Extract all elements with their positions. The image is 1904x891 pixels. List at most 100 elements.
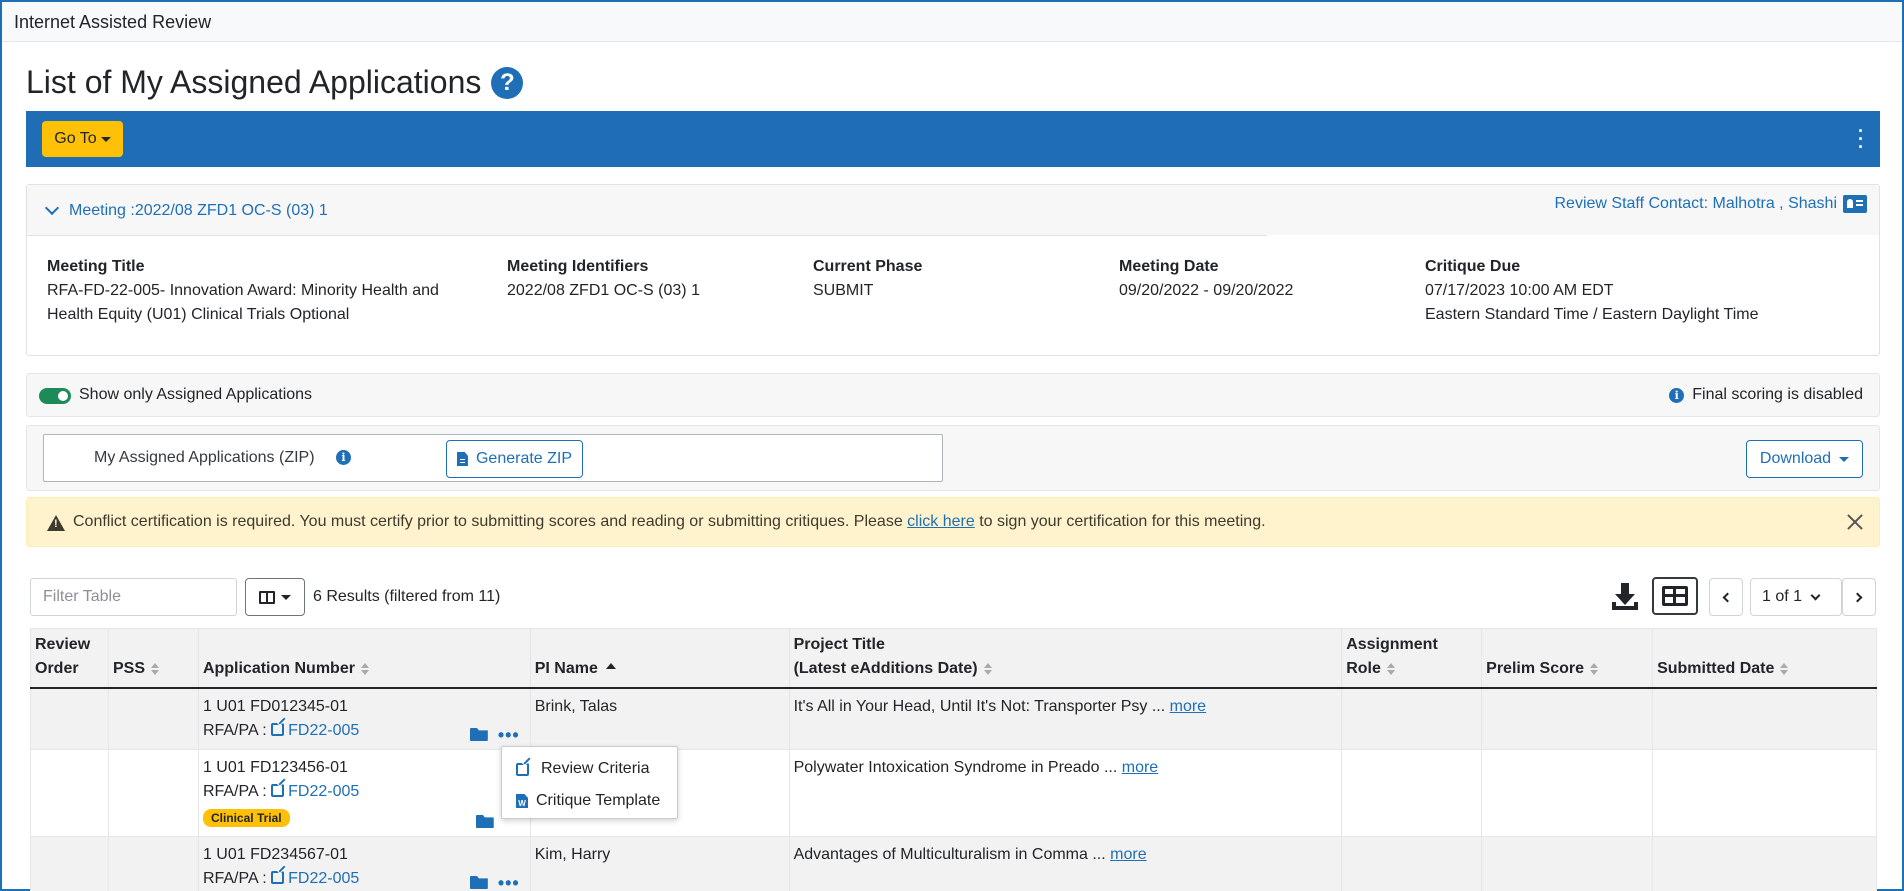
sort-icon — [1780, 662, 1789, 675]
sort-icon — [1589, 662, 1598, 675]
row-actions — [475, 815, 494, 828]
project-title-cell: It's All in Your Head, Until It's Not: T… — [788, 687, 1343, 750]
critique-due-field: Critique Due 07/17/2023 10:00 AM EDT Eas… — [1425, 255, 1758, 327]
certification-link[interactable]: click here — [907, 513, 975, 530]
pss-cell — [107, 836, 199, 891]
caret-down-icon — [100, 136, 111, 142]
chevron-down-icon — [44, 200, 60, 216]
chevron-right-icon — [1852, 592, 1863, 602]
external-link-icon — [271, 784, 285, 797]
final-scoring-text: Final scoring is disabled — [1692, 386, 1863, 403]
page-select-value: 1 of 1 — [1762, 588, 1803, 605]
caret-down-icon — [281, 594, 291, 600]
application-cell: 1 U01 FD012345-01 RFA/PA : FD22-005 ••• — [197, 687, 531, 750]
caret-down-icon — [1839, 456, 1850, 462]
alert-message: Conflict certification is required. You … — [73, 513, 1266, 531]
more-dots-icon[interactable]: ••• — [498, 874, 520, 891]
submitted-date-cell — [1652, 836, 1877, 891]
final-scoring-status: i Final scoring is disabled — [1669, 386, 1863, 404]
pi-name-cell: Brink, Talas — [529, 687, 790, 750]
application-number: 1 U01 FD012345-01 — [202, 698, 348, 715]
page-title: List of My Assigned Applications ? — [26, 64, 524, 101]
zip-info-icon[interactable]: i — [336, 450, 351, 465]
menu-item-label: Critique Template — [536, 792, 661, 809]
staff-contact-label: Review Staff Contact: Malhotra , Shashi — [1554, 195, 1837, 212]
column-chooser-button[interactable] — [245, 578, 305, 616]
meeting-date-field: Meeting Date 09/20/2022 - 09/20/2022 — [1119, 255, 1293, 303]
application-number: 1 U01 FD234567-01 — [202, 846, 348, 863]
meeting-date-label: Meeting Date — [1119, 258, 1219, 275]
meeting-title-value-1: RFA-FD-22-005- Innovation Award: Minorit… — [47, 282, 439, 299]
chevron-left-icon — [1722, 592, 1733, 602]
header-project-title[interactable]: Project Title (Latest eAdditions Date) — [788, 628, 1343, 689]
goto-button[interactable]: Go To — [42, 121, 123, 157]
header-pi-name[interactable]: PI Name — [529, 628, 790, 689]
download-label: Download — [1759, 450, 1832, 467]
project-title-cell: Advantages of Multiculturalism in Comma … — [788, 836, 1343, 891]
more-link[interactable]: more — [1110, 846, 1146, 863]
row-actions: ••• — [469, 726, 520, 744]
show-assigned-label: Show only Assigned Applications — [79, 386, 313, 403]
page-title-text: List of My Assigned Applications — [26, 64, 482, 100]
download-icon[interactable] — [1608, 580, 1642, 614]
application-cell: 1 U01 FD123456-01 RFA/PA : FD22-005 Clin… — [197, 749, 531, 837]
zip-box: My Assigned Applications (ZIP) i Generat… — [43, 434, 943, 482]
more-dots-icon[interactable]: ••• — [498, 726, 520, 744]
menu-item-critique-template[interactable]: W Critique Template — [516, 792, 660, 810]
external-link-icon — [516, 762, 529, 776]
meeting-toggle[interactable]: Meeting :2022/08 ZFD1 OC-S (03) 1 — [44, 200, 328, 220]
prelim-score-cell — [1481, 836, 1654, 891]
rfa-link[interactable]: FD22-005 — [271, 783, 359, 800]
application-number: 1 U01 FD123456-01 — [202, 759, 348, 776]
alert-text-before: Conflict certification is required. You … — [73, 513, 908, 530]
folder-icon[interactable] — [475, 815, 494, 828]
more-link[interactable]: more — [1122, 759, 1158, 776]
meeting-title-value-2: Health Equity (U01) Clinical Trials Opti… — [47, 306, 350, 323]
critique-due-label: Critique Due — [1425, 258, 1521, 275]
applications-table: Review Order PSS Application Number PI Na… — [30, 628, 1877, 891]
help-icon[interactable]: ? — [491, 66, 524, 99]
table-header-row: Review Order PSS Application Number PI Na… — [30, 628, 1877, 689]
chevron-down-icon — [1810, 590, 1821, 600]
show-assigned-toggle[interactable] — [39, 388, 71, 404]
generate-zip-button[interactable]: Generate ZIP — [446, 440, 583, 478]
row-actions: ••• — [469, 874, 520, 891]
header-assignment-role[interactable]: Assignment Role — [1341, 628, 1483, 689]
menu-item-review-criteria[interactable]: Review Criteria — [516, 760, 649, 778]
more-link[interactable]: more — [1170, 698, 1206, 715]
header-prelim-score[interactable]: Prelim Score — [1481, 628, 1654, 689]
prev-page-button[interactable] — [1709, 578, 1743, 616]
contact-card-icon — [1843, 195, 1867, 213]
staff-contact-link[interactable]: Review Staff Contact: Malhotra , Shashi — [1554, 195, 1867, 213]
page-select[interactable]: 1 of 1 — [1750, 578, 1842, 616]
header-divider — [27, 235, 1267, 236]
meeting-title-label: Meeting Title — [47, 258, 145, 275]
prelim-score-cell — [1481, 749, 1654, 837]
kebab-icon[interactable]: · · · — [1858, 122, 1864, 156]
header-review-order: Review Order — [30, 628, 109, 689]
download-button[interactable]: Download — [1746, 440, 1863, 478]
clinical-trial-badge: Clinical Trial — [202, 809, 290, 827]
word-doc-icon: W — [516, 794, 528, 808]
review-order-cell — [30, 836, 109, 891]
project-title-cell: Polywater Intoxication Syndrome in Pread… — [788, 749, 1343, 837]
review-order-cell — [30, 687, 109, 750]
table-view-button[interactable] — [1652, 577, 1698, 615]
pss-cell — [107, 687, 199, 750]
zip-label: My Assigned Applications (ZIP) — [94, 449, 315, 466]
assignment-role-cell — [1341, 749, 1483, 837]
close-icon[interactable] — [1845, 512, 1865, 532]
meeting-panel-header: Meeting :2022/08 ZFD1 OC-S (03) 1 Review… — [27, 185, 1879, 236]
rfa-link[interactable]: FD22-005 — [271, 870, 359, 887]
critique-due-value-1: 07/17/2023 10:00 AM EDT — [1425, 282, 1614, 299]
rfa-link[interactable]: FD22-005 — [271, 722, 359, 739]
meeting-identifiers-value: 2022/08 ZFD1 OC-S (03) 1 — [507, 282, 700, 299]
header-pss[interactable]: PSS — [107, 628, 199, 689]
folder-icon[interactable] — [469, 728, 488, 741]
external-link-icon — [271, 871, 285, 884]
header-application-number[interactable]: Application Number — [197, 628, 531, 689]
header-submitted-date[interactable]: Submitted Date — [1652, 628, 1877, 689]
folder-icon[interactable] — [469, 876, 488, 889]
next-page-button[interactable] — [1842, 578, 1876, 616]
filter-table-input[interactable] — [30, 578, 237, 616]
